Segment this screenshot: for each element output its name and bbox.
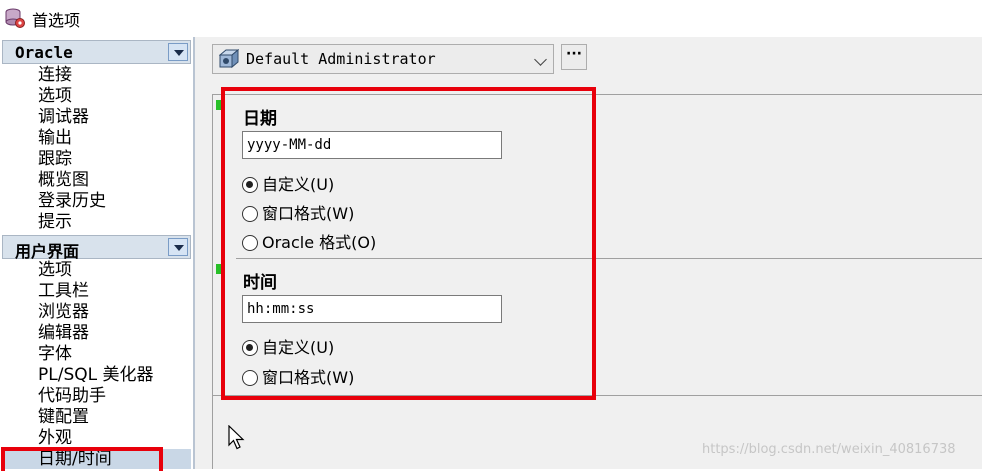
sidebar-item-plsql-beautifier[interactable]: PL/SQL 美化器 [38,365,154,386]
sidebar-item-editor[interactable]: 编辑器 [38,323,89,344]
sidebar-item-logon-history[interactable]: 登录历史 [38,191,106,212]
sidebar-group-label: 用户界面 [15,242,80,261]
collapse-arrow-icon[interactable] [168,238,188,256]
sidebar-item-toolbar[interactable]: 工具栏 [38,281,89,302]
sidebar-item-key-config[interactable]: 键配置 [38,407,89,428]
sidebar-item-output[interactable]: 输出 [38,128,72,149]
window-title: 首选项 [32,11,81,30]
chevron-down-icon[interactable] [534,53,547,66]
sidebar-item-fonts[interactable]: 字体 [38,344,72,365]
profile-value: Default Administrator [246,50,436,68]
sidebar-item-hints[interactable]: 提示 [38,212,72,233]
sidebar-item-ui-options[interactable]: 选项 [38,260,72,281]
sidebar-group-label: Oracle [15,43,73,62]
sidebar-item-appearance[interactable]: 外观 [38,428,72,449]
sidebar-item-trace[interactable]: 跟踪 [38,149,72,170]
collapse-arrow-icon[interactable] [168,43,188,61]
sidebar-item-browser[interactable]: 浏览器 [38,302,89,323]
sidebar-item-connection[interactable]: 连接 [38,65,72,86]
sidebar-item-code-assistant[interactable]: 代码助手 [38,386,106,407]
annotation-highlight-box [1,447,163,471]
sidebar-group-user-interface[interactable]: 用户界面 [2,235,191,261]
annotation-highlight-box [221,87,596,400]
profile-more-button[interactable]: ··· [561,44,587,70]
watermark-text: https://blog.csdn.net/weixin_40816738 [702,442,956,457]
sidebar-item-overview[interactable]: 概览图 [38,170,89,191]
profile-dropdown[interactable]: Default Administrator [212,44,554,74]
database-settings-icon [5,8,25,28]
title-bar: 首选项 [0,0,982,34]
mouse-cursor-icon [228,425,245,450]
sidebar-item-debugger[interactable]: 调试器 [38,107,89,128]
sidebar-item-options[interactable]: 选项 [38,86,72,107]
sidebar-group-oracle[interactable]: Oracle [2,40,191,64]
admin-profile-icon [219,49,239,69]
